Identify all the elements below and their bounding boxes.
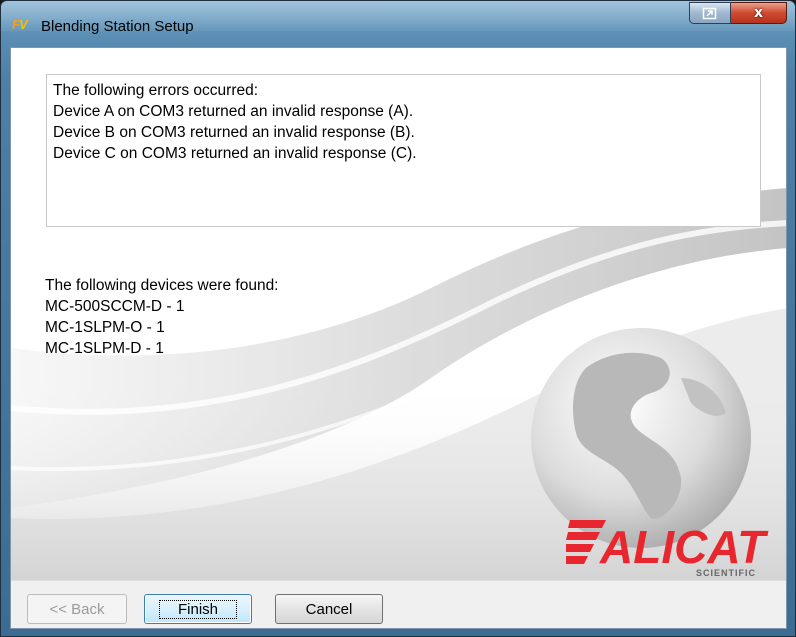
close-button[interactable]: x bbox=[731, 2, 787, 24]
devices-found-list: The following devices were found: MC-500… bbox=[45, 275, 279, 359]
finish-button[interactable]: Finish bbox=[144, 594, 252, 624]
devices-header: The following devices were found: bbox=[45, 277, 279, 294]
alicat-logo: ALICAT SCIENTIFIC bbox=[566, 520, 769, 578]
dialog-content: The following errors occurred: Device A … bbox=[10, 47, 787, 629]
restore-icon bbox=[702, 7, 717, 19]
logo-sub: SCIENTIFIC bbox=[696, 568, 756, 578]
error-line: Device B on COM3 returned an invalid res… bbox=[53, 124, 415, 141]
errors-header: The following errors occurred: bbox=[53, 82, 259, 99]
logo-brand: ALICAT bbox=[599, 521, 769, 573]
dialog-window: FV Blending Station Setup x The followin… bbox=[0, 0, 796, 637]
title-bar[interactable]: FV Blending Station Setup x bbox=[1, 1, 795, 47]
restore-button[interactable] bbox=[689, 2, 731, 24]
error-line: Device A on COM3 returned an invalid res… bbox=[53, 103, 414, 120]
app-icon: FV bbox=[12, 17, 28, 32]
window-title: Blending Station Setup bbox=[41, 18, 194, 35]
cancel-button[interactable]: Cancel bbox=[275, 594, 383, 624]
button-bar: << Back Finish Cancel bbox=[11, 580, 786, 628]
window-controls: x bbox=[689, 2, 787, 24]
device-item: MC-1SLPM-O - 1 bbox=[45, 319, 165, 336]
device-item: MC-500SCCM-D - 1 bbox=[45, 298, 185, 315]
back-button[interactable]: << Back bbox=[27, 594, 127, 624]
error-line: Device C on COM3 returned an invalid res… bbox=[53, 145, 417, 162]
finish-button-label: Finish bbox=[158, 599, 238, 619]
device-item: MC-1SLPM-D - 1 bbox=[45, 340, 164, 357]
close-icon: x bbox=[753, 5, 764, 21]
errors-textbox[interactable]: The following errors occurred: Device A … bbox=[46, 74, 761, 227]
